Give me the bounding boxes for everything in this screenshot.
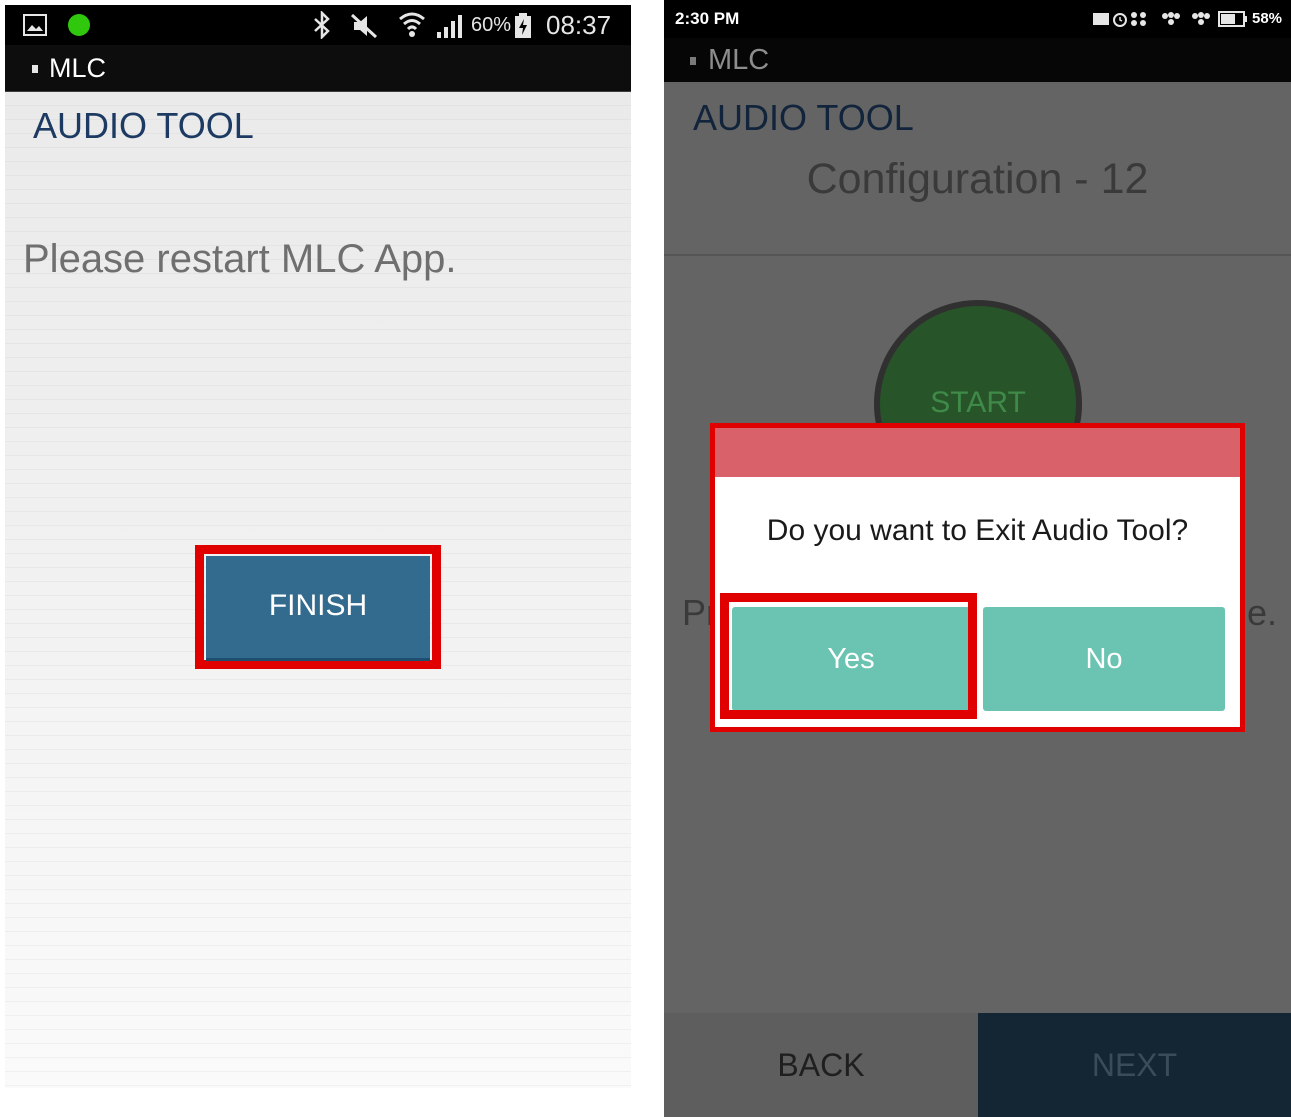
status-bar: 2:30 PM 58%: [664, 0, 1291, 38]
right-phone-screen: 2:30 PM 58% MLC AUDIO TOOL Configuration…: [664, 0, 1291, 1117]
restart-message: Please restart MLC App.: [23, 237, 457, 281]
bluetooth-icon: [314, 11, 330, 39]
next-button[interactable]: NEXT: [978, 1013, 1291, 1117]
app-icon: [32, 65, 38, 73]
divider: [664, 254, 1291, 256]
page-title: AUDIO TOOL: [693, 97, 914, 138]
signal-strength-icon: [437, 15, 462, 38]
mute-icon: [350, 13, 378, 39]
back-button[interactable]: BACK: [664, 1013, 978, 1117]
page-title: AUDIO TOOL: [33, 105, 254, 146]
battery-percentage: 58%: [1252, 10, 1283, 27]
start-label: START: [930, 386, 1026, 419]
alarm-icon: [1113, 13, 1127, 27]
app-notification-icon-2: [1192, 12, 1210, 25]
clock: 2:30 PM: [675, 9, 740, 28]
yes-highlight-outline: [720, 593, 977, 719]
wifi-icon: [399, 12, 425, 37]
battery-percentage: 60%: [471, 14, 512, 36]
battery-icon: [1218, 11, 1247, 27]
dots-app-icon: [1131, 12, 1146, 26]
app-icon: [690, 57, 696, 65]
action-bar: MLC: [5, 45, 631, 92]
gallery-notification-icon: [23, 14, 47, 36]
clock: 08:37: [546, 10, 612, 40]
app-name: MLC: [708, 44, 770, 76]
finish-button[interactable]: FINISH: [206, 556, 430, 661]
dialog-question: Do you want to Exit Audio Tool?: [766, 514, 1189, 547]
green-dot-notification-icon: [68, 14, 90, 36]
battery-charging-icon: [515, 13, 531, 38]
action-bar: MLC: [664, 38, 1291, 82]
no-button[interactable]: No: [983, 607, 1225, 711]
left-phone-screen: 60% 08:37 MLC AUDIO TOOL Please restart …: [5, 5, 631, 1088]
app-notification-icon: [1162, 12, 1180, 25]
dialog-header: [715, 428, 1240, 477]
configuration-title: Configuration - 12: [806, 155, 1149, 203]
notification-icon: [1093, 13, 1109, 25]
app-name: MLC: [49, 53, 107, 83]
obscured-text-right: e.: [1247, 592, 1278, 633]
status-bar: 60% 08:37: [5, 5, 631, 45]
